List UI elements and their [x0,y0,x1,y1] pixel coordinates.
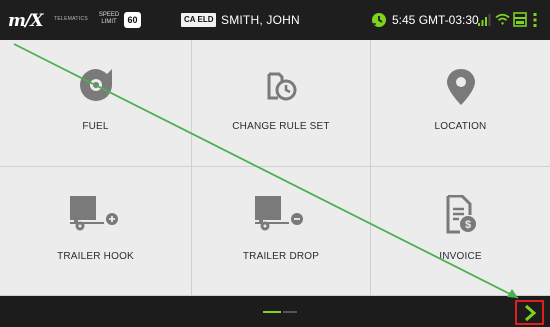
trailer-hook-icon [69,196,118,231]
speed-label-line1: SPEED [98,12,120,18]
status-bar: m/X TELEMATICS SPEED LIMIT 60 CA ELD SMI… [0,0,550,40]
bottom-bar [0,296,550,327]
next-page-button[interactable] [515,300,544,325]
tile-location[interactable]: LOCATION [371,40,550,166]
page-indicator-active [263,311,281,313]
tile-label: CHANGE RULE SET [232,121,330,132]
change-rule-set-icon [267,72,297,101]
battery-icon [513,12,527,27]
svg-text:$: $ [464,219,470,231]
tile-label: FUEL [82,121,109,132]
speed-limit-label: SPEED LIMIT [96,12,122,26]
tile-label: TRAILER HOOK [57,251,134,262]
chevron-right-icon [524,304,536,321]
tile-trailer-drop[interactable]: TRAILER DROP [192,167,370,295]
mix-logo: m/X [8,11,43,31]
speed-limit-badge: 60 [124,12,141,28]
logo-subtitle: TELEMATICS [54,16,89,22]
tile-fuel[interactable]: FUEL [0,40,191,166]
invoice-icon: $ [446,195,476,234]
tile-change-rule-set[interactable]: CHANGE RULE SET [192,40,370,166]
clock-icon [372,13,386,27]
signal-icon [478,14,491,26]
tile-label: TRAILER DROP [242,251,320,262]
tile-trailer-hook[interactable]: TRAILER HOOK [0,167,191,295]
clock-time: 5:45 GMT-03:30 [392,13,479,27]
location-pin-icon [446,69,475,105]
driver-name[interactable]: SMITH, JOHN [221,13,300,27]
tile-invoice[interactable]: $ INVOICE [371,167,550,295]
tile-label: LOCATION [434,121,487,132]
fuel-icon [79,69,112,101]
trailer-drop-icon [255,196,303,231]
wifi-icon [495,13,510,25]
tile-label: INVOICE [439,251,482,262]
menu-grid: FUEL CHANGE RULE SET LOCATION TRAILER HO… [0,40,550,296]
region-badge: CA ELD [181,13,217,27]
speed-label-line2: LIMIT [101,19,117,25]
page-indicator [283,311,297,313]
more-vert-icon[interactable] [532,12,538,28]
